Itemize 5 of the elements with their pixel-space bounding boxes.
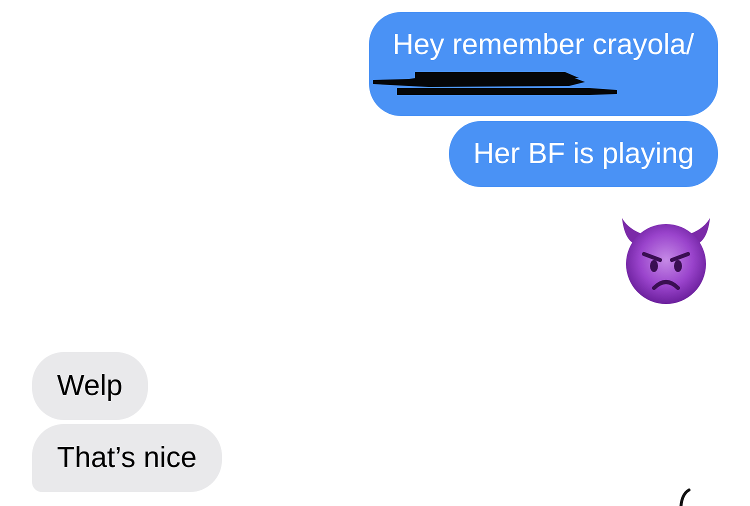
message-text: Hey remember crayola/ [392,28,694,62]
message-text: Welp [57,370,123,402]
pen-stroke [678,488,692,506]
message-text: That’s nice [57,442,197,474]
message-text: Her BF is playing [473,137,694,171]
